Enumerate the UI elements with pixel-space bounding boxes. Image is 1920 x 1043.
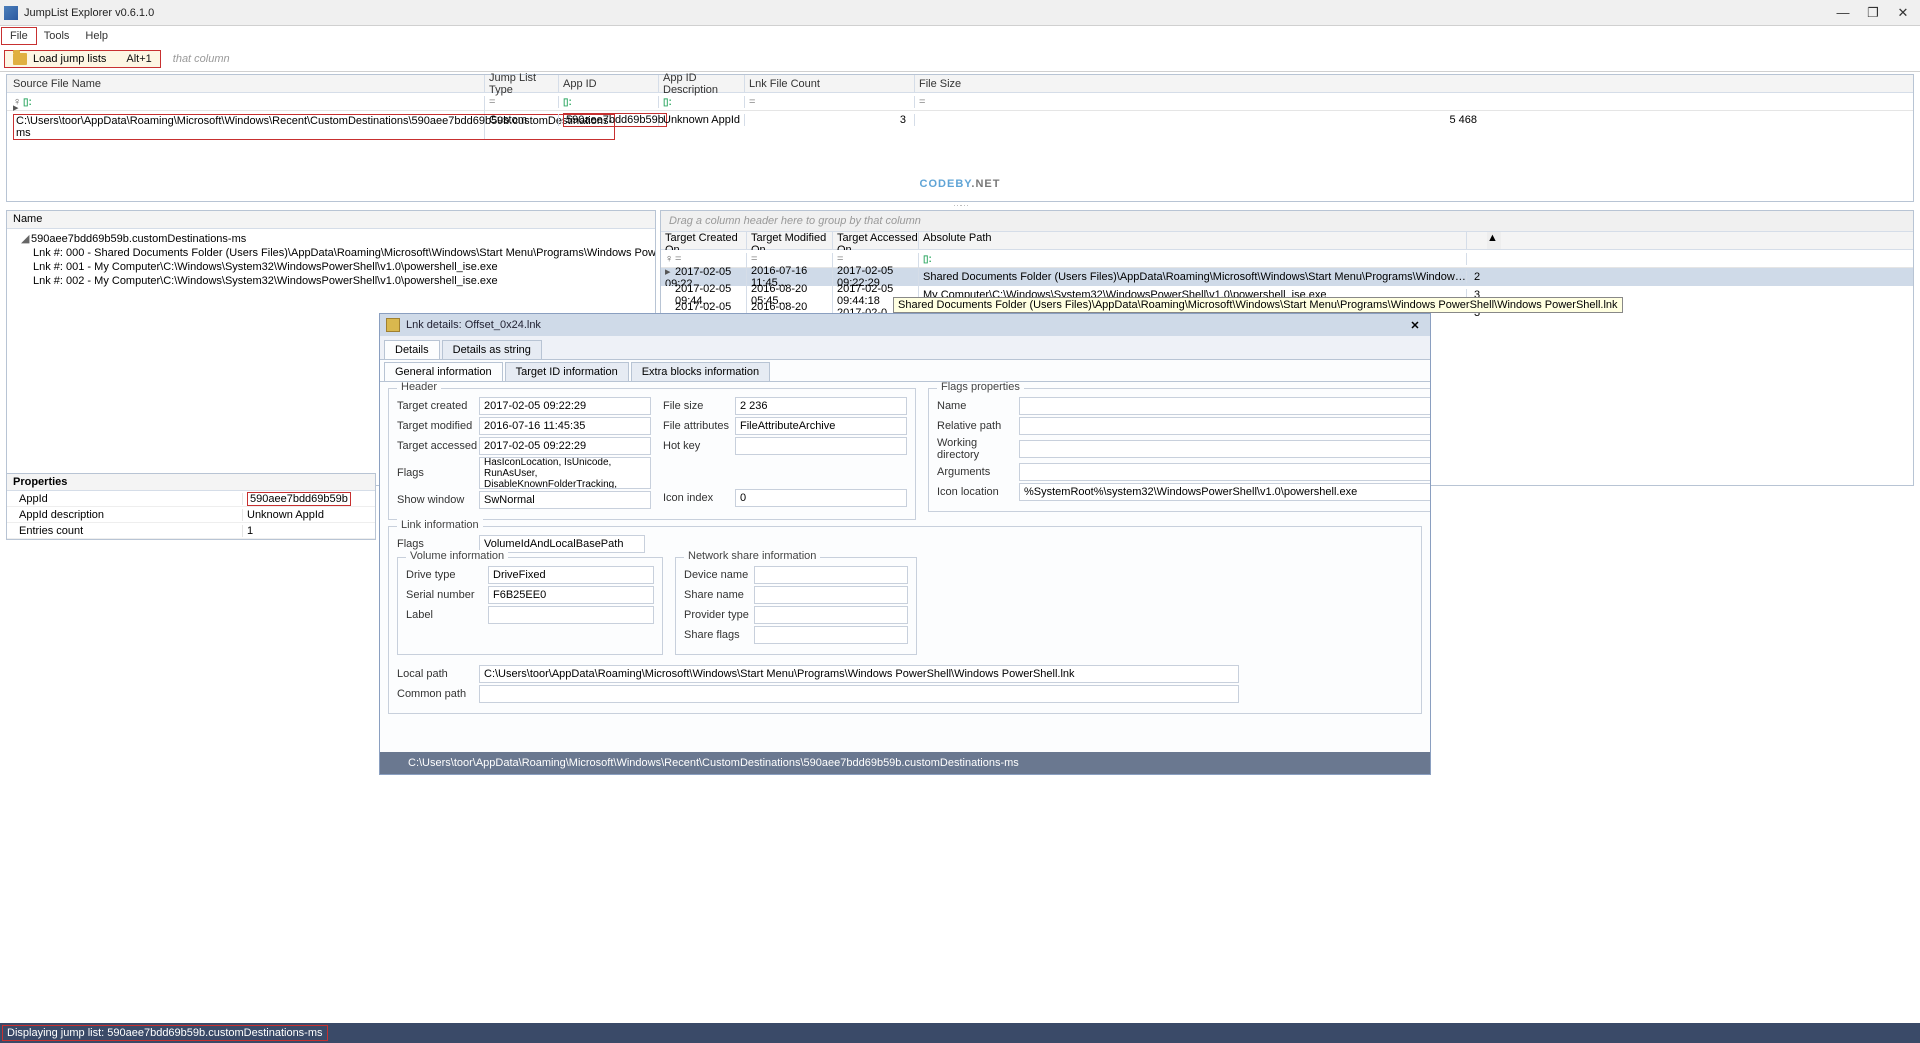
fs-link-info: Link information FlagsVolumeIdAndLocalBa… (388, 526, 1422, 714)
field-flags[interactable]: HasTargetIdList, HasLinkInfo, HasIconLoc… (479, 457, 651, 489)
field-file-size[interactable]: 2 236 (735, 397, 907, 415)
field-serial[interactable]: F6B25EE0 (488, 586, 654, 604)
filter-icon[interactable]: ▯: (563, 97, 572, 108)
field-common-path[interactable] (479, 685, 1239, 703)
statusbar: Displaying jump list: 590aee7bdd69b59b.c… (0, 1023, 1920, 1043)
col-desc[interactable]: App ID Description (659, 75, 745, 92)
grid-row[interactable]: ▸C:\Users\toor\AppData\Roaming\Microsoft… (7, 111, 1913, 129)
group-hint[interactable]: Drag a column header here to group by th… (661, 211, 1913, 232)
menu-help[interactable]: Help (77, 28, 116, 44)
cell-size: 5 468 (915, 114, 1485, 126)
field-file-attr[interactable]: FileAttributeArchive (735, 417, 907, 435)
tab-details-string[interactable]: Details as string (442, 340, 542, 359)
field-target-accessed[interactable]: 2017-02-05 09:22:29 (479, 437, 651, 455)
col-absolute-path[interactable]: Absolute Path (919, 232, 1467, 249)
field-hotkey[interactable] (735, 437, 907, 455)
cell-appid: 590aee7bdd69b59b (563, 113, 667, 127)
cell-jltype: Custom (485, 114, 559, 126)
field-target-created[interactable]: 2017-02-05 09:22:29 (479, 397, 651, 415)
dialog-title: Lnk details: Offset_0x24.lnk (406, 319, 1406, 331)
watermark: CODEBY.NET (920, 158, 1001, 195)
properties-panel: Properties AppId 590aee7bdd69b59b AppId … (6, 473, 376, 540)
col-appid[interactable]: App ID (559, 75, 659, 92)
window-title: JumpList Explorer v0.6.1.0 (24, 7, 1830, 19)
shortcut-label: Alt+1 (126, 53, 151, 65)
col-size[interactable]: File Size (915, 75, 1485, 92)
dialog-icon (386, 318, 400, 332)
titlebar: JumpList Explorer v0.6.1.0 — ❐ ✕ (0, 0, 1920, 26)
subtab-general[interactable]: General information (384, 362, 503, 381)
col-target-created[interactable]: Target Created On (661, 232, 747, 249)
field-target-modified[interactable]: 2016-07-16 11:45:35 (479, 417, 651, 435)
prop-row[interactable]: Entries count 1 (7, 523, 375, 539)
app-icon (4, 6, 18, 20)
field-provider[interactable] (754, 606, 908, 624)
tree-item[interactable]: Lnk #: 000 - Shared Documents Folder (Us… (7, 246, 655, 260)
cell-count: 3 (745, 114, 915, 126)
tree-item[interactable]: Lnk #: 002 - My Computer\C:\Windows\Syst… (7, 274, 655, 288)
field-local-path[interactable]: C:\Users\toor\AppData\Roaming\Microsoft\… (479, 665, 1239, 683)
menu-tools[interactable]: Tools (36, 28, 78, 44)
field-wd[interactable] (1019, 440, 1430, 458)
prop-row[interactable]: AppId description Unknown AppId (7, 507, 375, 523)
field-show-window[interactable]: SwNormal (479, 491, 651, 509)
menu-file[interactable]: File (2, 28, 36, 44)
name-header[interactable]: Name (7, 211, 655, 229)
col-count[interactable]: Lnk File Count (745, 75, 915, 92)
fs-header: Header Target created2017-02-05 09:22:29… (388, 388, 916, 520)
field-share[interactable] (754, 586, 908, 604)
field-label[interactable] (488, 606, 654, 624)
subtab-extra[interactable]: Extra blocks information (631, 362, 770, 381)
outer-tabs: Details Details as string (380, 336, 1430, 360)
toolbar-hint: that column (173, 53, 230, 65)
field-args[interactable] (1019, 463, 1430, 481)
grid-header: Source File Name Jump List Type App ID A… (7, 75, 1913, 93)
field-icon-index[interactable]: 0 (735, 489, 907, 507)
load-label: Load jump lists (33, 53, 106, 65)
filter-icon[interactable]: ▯: (663, 97, 672, 108)
rp-header: Target Created On Target Modified On Tar… (661, 232, 1913, 250)
field-device[interactable] (754, 566, 908, 584)
properties-header: Properties (7, 474, 375, 491)
maximize-icon[interactable]: ❐ (1860, 4, 1886, 22)
close-icon[interactable]: ✕ (1890, 4, 1916, 22)
status-text: Displaying jump list: 590aee7bdd69b59b.c… (2, 1025, 328, 1041)
folder-icon (13, 53, 27, 65)
sub-tabs: General information Target ID informatio… (380, 360, 1430, 382)
fs-network: Network share information Device name Sh… (675, 557, 917, 655)
subtab-targetid[interactable]: Target ID information (505, 362, 629, 381)
lnk-details-dialog: Lnk details: Offset_0x24.lnk ✕ Details D… (379, 313, 1431, 775)
field-drive[interactable]: DriveFixed (488, 566, 654, 584)
fs-flags-props: Flags properties Name Relative path Work… (928, 388, 1430, 512)
minimize-icon[interactable]: — (1830, 4, 1856, 22)
col-source[interactable]: Source File Name (7, 75, 485, 92)
toolbar: Load jump lists Alt+1 that column (0, 46, 1920, 72)
dialog-titlebar[interactable]: Lnk details: Offset_0x24.lnk ✕ (380, 314, 1430, 336)
fs-volume: Volume information Drive typeDriveFixed … (397, 557, 663, 655)
col-target-accessed[interactable]: Target Accessed On (833, 232, 919, 249)
dialog-close-icon[interactable]: ✕ (1406, 319, 1424, 332)
menubar: File Tools Help (0, 26, 1920, 46)
scrollbar[interactable]: ▲ (1487, 232, 1501, 249)
col-target-modified[interactable]: Target Modified On (747, 232, 833, 249)
dialog-footer: C:\Users\toor\AppData\Roaming\Microsoft\… (380, 752, 1430, 774)
tree-root[interactable]: ◢590aee7bdd69b59b.customDestinations-ms (7, 231, 655, 246)
load-jumplists-button[interactable]: Load jump lists Alt+1 (4, 50, 161, 68)
source-grid: Source File Name Jump List Type App ID A… (6, 74, 1914, 202)
tree-item[interactable]: Lnk #: 001 - My Computer\C:\Windows\Syst… (7, 260, 655, 274)
field-rel[interactable] (1019, 417, 1430, 435)
splitter[interactable] (0, 202, 1920, 208)
field-share-flags[interactable] (754, 626, 908, 644)
tooltip: Shared Documents Folder (Users Files)\Ap… (893, 297, 1623, 313)
prop-row[interactable]: AppId 590aee7bdd69b59b (7, 491, 375, 507)
tab-details[interactable]: Details (384, 340, 440, 359)
dialog-body: Header Target created2017-02-05 09:22:29… (380, 382, 1430, 752)
col-jltype[interactable]: Jump List Type (485, 75, 559, 92)
field-name[interactable] (1019, 397, 1430, 415)
cell-desc: Unknown AppId (659, 114, 745, 126)
field-icon-loc[interactable]: %SystemRoot%\system32\WindowsPowerShell\… (1019, 483, 1430, 501)
